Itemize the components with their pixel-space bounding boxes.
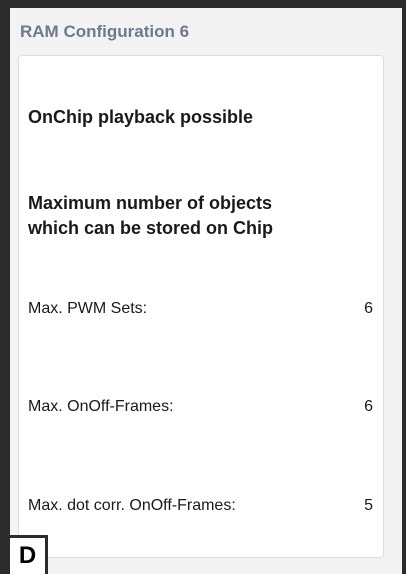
max-objects-heading-line1: Maximum number of objects xyxy=(28,193,273,213)
corner-letter-badge: D xyxy=(10,535,48,574)
dot-corr-onoff-frames-value: 5 xyxy=(364,497,373,514)
pwm-sets-label: Max. PWM Sets: xyxy=(28,300,148,317)
pwm-sets-value: 6 xyxy=(364,300,373,317)
max-objects-heading-line2: which can be stored on Chip xyxy=(28,218,274,238)
dot-corr-onoff-frames-label: Max. dot corr. OnOff-Frames: xyxy=(28,497,236,514)
onchip-playback-status: OnChip playback possible xyxy=(28,107,254,127)
pwm-sets-row: Max. PWM Sets: 6 xyxy=(28,300,373,318)
onoff-frames-value: 6 xyxy=(364,398,373,415)
onoff-frames-row: Max. OnOff-Frames: 6 xyxy=(28,398,373,416)
dot-corr-onoff-frames-row: Max. dot corr. OnOff-Frames: 5 xyxy=(28,497,373,515)
onoff-frames-label: Max. OnOff-Frames: xyxy=(28,398,174,415)
max-objects-heading: Maximum number of objects which can be s… xyxy=(28,191,273,241)
group-box-title: RAM Configuration 6 xyxy=(20,22,190,41)
